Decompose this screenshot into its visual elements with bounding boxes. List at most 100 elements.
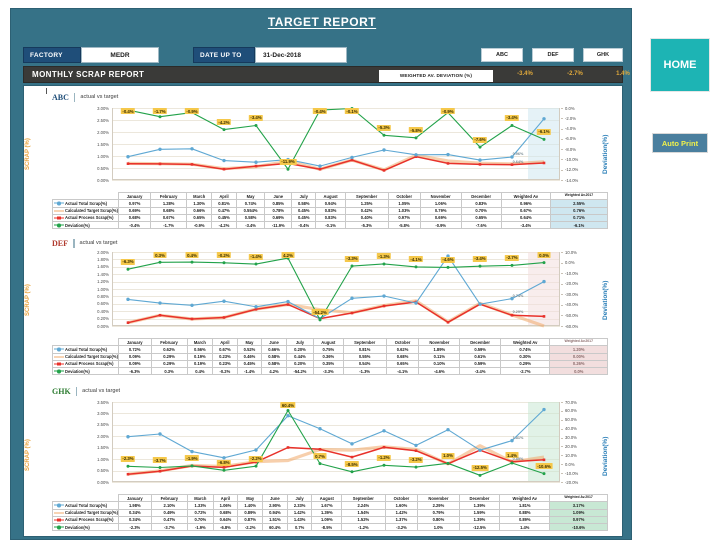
table-cell: 1.40% bbox=[237, 501, 264, 510]
table-cell: 0.54% bbox=[342, 359, 387, 369]
table-col-header: Weighted Av bbox=[499, 493, 551, 503]
auto-print-button[interactable]: Auto Print bbox=[652, 133, 708, 153]
table-cell: -1.7% bbox=[150, 221, 188, 230]
charts-canvas: ABC actual vs target SCRAP (%) Deviation(%)… bbox=[23, 85, 623, 537]
table-cell: 0.42% bbox=[344, 206, 389, 215]
table-cell: 0.97% bbox=[549, 515, 608, 525]
table-row-label: Deviation(%) bbox=[52, 221, 119, 230]
table-cell: 0.34% bbox=[117, 515, 152, 525]
table-col-header: August bbox=[311, 493, 343, 503]
table-cell: 0.69% bbox=[264, 213, 293, 223]
table-cell: -3.4% bbox=[235, 221, 266, 230]
data-label: 0.3% bbox=[153, 252, 167, 258]
table-cell: 1.52% bbox=[341, 515, 386, 525]
table-cell: 0.47% bbox=[150, 515, 189, 525]
table-cell: 1.81% bbox=[499, 501, 551, 510]
y-tick-left: 0.50% bbox=[97, 165, 109, 171]
y-tick-left: 1.40% bbox=[97, 271, 109, 277]
data-label: 0.7% bbox=[313, 453, 327, 460]
table-col-header: December bbox=[459, 337, 501, 347]
table-cell: 0.70% bbox=[460, 206, 502, 215]
table-cell: 0.09% bbox=[117, 352, 152, 361]
chart-section-def: DEF actual vs target SCRAP (%) Deviation(%)… bbox=[24, 238, 624, 376]
data-label: 0.0% bbox=[537, 252, 551, 259]
y-tick-left: 0.80% bbox=[97, 294, 109, 299]
table-row-label: Calculated Target Scrap(%) bbox=[52, 352, 119, 361]
y-tick-left: 0.00% bbox=[97, 479, 109, 485]
factory-value[interactable]: MEDR bbox=[81, 47, 159, 63]
table-cell: 1.25% bbox=[344, 199, 389, 208]
nav-button-def[interactable]: DEF bbox=[532, 48, 574, 62]
nav-button-ghk[interactable]: GHK bbox=[583, 48, 623, 62]
y-tick-right: 0.0% bbox=[565, 260, 575, 266]
table-cell: -4.1% bbox=[385, 367, 420, 376]
y-axis-label-right: Deviation(%) bbox=[602, 134, 609, 175]
control-row: FACTORY MEDR DATE UP TO 31-Dec-2018 ABC … bbox=[23, 47, 623, 63]
data-label: -3.3% bbox=[344, 255, 360, 262]
table-cell: 0.56% bbox=[186, 345, 214, 354]
y-axis-label-right: Deviation(%) bbox=[602, 280, 609, 321]
y-tick-right: 10.0% bbox=[565, 452, 577, 458]
table-col-header: November bbox=[418, 337, 461, 347]
legend-marker-icon bbox=[54, 362, 64, 366]
table-cell: 4.2% bbox=[261, 367, 287, 376]
home-button[interactable]: HOME bbox=[650, 38, 710, 92]
table-col-header: November bbox=[417, 493, 460, 503]
table-cell: -0.2% bbox=[212, 367, 238, 376]
y-tick-left: 2.00% bbox=[97, 249, 109, 255]
y-tick-right: -10.0% bbox=[565, 270, 579, 276]
table-cell: 0.49% bbox=[150, 508, 189, 517]
table-cell: -0.9% bbox=[419, 221, 462, 230]
table-col-header: October bbox=[387, 191, 421, 201]
table-cell: 2.55% bbox=[549, 199, 609, 208]
table-row: Actual Total Scrap(%) 0.72% 0.62% 0.56% 0.67… bbox=[52, 345, 608, 354]
table-cell: -5.8% bbox=[387, 221, 421, 230]
table-cell: -12.5% bbox=[458, 523, 501, 532]
chart-subtitle: actual vs target bbox=[79, 240, 118, 246]
series-lines bbox=[126, 407, 546, 477]
table-cell: 0.72% bbox=[117, 345, 152, 354]
table-cell: -6.1% bbox=[549, 221, 609, 230]
table-col-header: July bbox=[291, 191, 317, 201]
table-cell: 0.76% bbox=[549, 206, 609, 215]
y-tick-left: 2.00% bbox=[97, 433, 109, 439]
table-cell: 1.06% bbox=[212, 501, 239, 510]
table-cell: 0.0% bbox=[549, 367, 608, 376]
date-value[interactable]: 31-Dec-2018 bbox=[255, 47, 347, 63]
table-cell: 0.83% bbox=[315, 213, 346, 223]
chart-code-label: ABC bbox=[52, 92, 69, 102]
table-cell: 1.42% bbox=[286, 508, 313, 517]
table-cell: 1.43% bbox=[286, 515, 313, 525]
table-cell: 0.65% bbox=[460, 213, 502, 223]
table-col-header: August bbox=[315, 191, 346, 201]
table-col-header: October bbox=[384, 493, 419, 503]
data-label: 1.0% bbox=[441, 452, 455, 459]
table-row-label: Actual Total Scrap(%) bbox=[52, 501, 119, 510]
table-col-header: Weighted Av bbox=[499, 337, 551, 347]
table-cell: 1.67% bbox=[311, 501, 343, 510]
table-cell: 0.23% bbox=[212, 352, 238, 361]
table-cell: 0.66% bbox=[186, 206, 213, 215]
table-col-header: March bbox=[187, 493, 214, 503]
table-cell: 0.79% bbox=[419, 206, 462, 215]
data-label: -3.4% bbox=[472, 255, 488, 262]
table-cell: 0.64% bbox=[500, 213, 551, 223]
table-cell: 0.62% bbox=[385, 345, 420, 354]
table-cell: 0.78% bbox=[264, 206, 293, 215]
table-cell: 0.4% bbox=[186, 367, 214, 376]
table-cell: 2.10% bbox=[150, 501, 189, 510]
table-cell: -4.6% bbox=[418, 367, 461, 376]
nav-button-abc[interactable]: ABC bbox=[481, 48, 523, 62]
table-row-label: Actual Process Scrap(%) bbox=[52, 359, 119, 369]
table-cell: 2.90% bbox=[262, 501, 288, 510]
table-cell: 0.66% bbox=[261, 345, 287, 354]
wad-value-def: -2.7% bbox=[567, 71, 583, 77]
y-tick-right: 10.0% bbox=[565, 249, 577, 255]
y-tick-right: -50.0% bbox=[565, 313, 579, 319]
y-tick-right: -20.0% bbox=[565, 479, 579, 485]
table-cell: -2.7% bbox=[499, 367, 551, 376]
page-title: TARGET REPORT bbox=[267, 15, 377, 29]
table-col-header: April bbox=[212, 493, 239, 503]
table-cell: 0.19% bbox=[186, 352, 214, 361]
table-cell: 1.59% bbox=[458, 508, 501, 517]
